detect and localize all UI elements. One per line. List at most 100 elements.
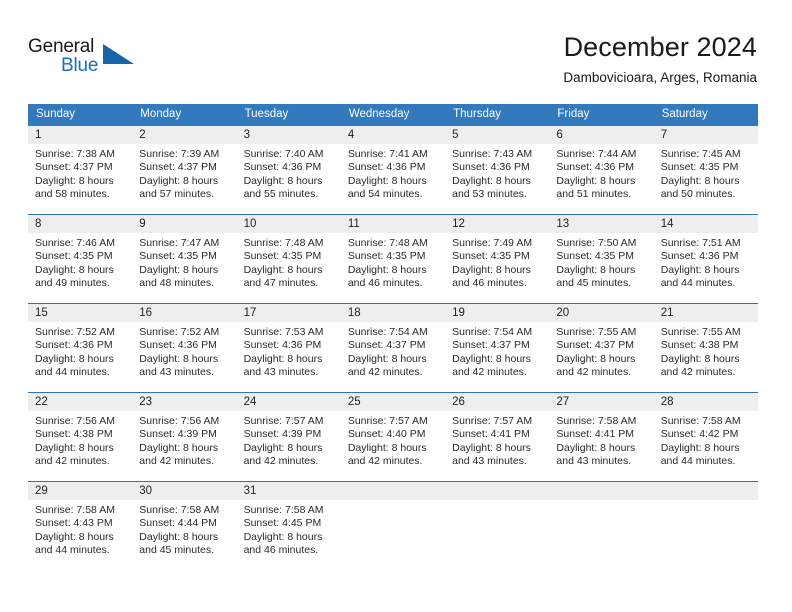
daylight-text-line2: and 43 minutes. xyxy=(243,365,319,378)
sunset-text: Sunset: 4:36 PM xyxy=(452,161,530,174)
day-details: Sunrise: 7:58 AM Sunset: 4:45 PM Daylight:… xyxy=(237,500,341,557)
sunset-text: Sunset: 4:35 PM xyxy=(660,161,739,174)
sunrise-text: Sunrise: 7:56 AM xyxy=(139,415,220,427)
day-cell[interactable]: 18 Sunrise: 7:54 AM Sunset: 4:37 PM Dayligh… xyxy=(340,303,446,393)
day-details: Sunrise: 7:48 AM Sunset: 4:35 PM Daylight:… xyxy=(341,233,445,290)
day-cell[interactable]: 13 Sunrise: 7:50 AM Sunset: 4:35 PM Dayligh… xyxy=(549,214,654,304)
logo-triangle-icon xyxy=(103,44,134,64)
weekday-header-sunday: Sunday xyxy=(28,104,133,126)
day-cell[interactable]: 20 Sunrise: 7:55 AM Sunset: 4:37 PM Dayligh… xyxy=(549,303,654,393)
daylight-text-line1: Daylight: 8 hours xyxy=(139,530,219,543)
day-cell[interactable]: 5 Sunrise: 7:43 AM Sunset: 4:36 PM Daylight… xyxy=(445,126,550,215)
day-number: 22 xyxy=(28,393,133,411)
day-details: Sunrise: 7:40 AM Sunset: 4:36 PM Daylight:… xyxy=(237,144,341,201)
day-number: 28 xyxy=(653,393,758,411)
daylight-text-line1: Daylight: 8 hours xyxy=(35,352,114,365)
day-details: Sunrise: 7:55 AM Sunset: 4:38 PM Daylight:… xyxy=(654,322,758,379)
daylight-text-line1: Daylight: 8 hours xyxy=(35,174,114,187)
day-details: Sunrise: 7:44 AM Sunset: 4:36 PM Daylight:… xyxy=(549,144,653,201)
day-cell[interactable]: 12 Sunrise: 7:49 AM Sunset: 4:35 PM Dayligh… xyxy=(445,214,550,304)
calendar-body: 1 Sunrise: 7:38 AM Sunset: 4:37 PM Daylight… xyxy=(28,126,758,570)
sunset-text: Sunset: 4:41 PM xyxy=(452,428,530,441)
daylight-text-line2: and 42 minutes. xyxy=(452,365,527,378)
day-cell[interactable]: 2 Sunrise: 7:39 AM Sunset: 4:37 PM Daylight… xyxy=(132,126,237,215)
sunrise-sunset-calendar: Sunday Monday Tuesday Wednesday Thursday… xyxy=(28,104,758,570)
sunrise-text: Sunrise: 7:58 AM xyxy=(556,415,637,427)
day-details: Sunrise: 7:53 AM Sunset: 4:36 PM Daylight:… xyxy=(237,322,341,379)
day-cell[interactable]: 19 Sunrise: 7:54 AM Sunset: 4:37 PM Dayligh… xyxy=(445,303,550,393)
daylight-text-line1: Daylight: 8 hours xyxy=(347,263,427,276)
day-details: Sunrise: 7:58 AM Sunset: 4:44 PM Daylight:… xyxy=(132,500,236,557)
daylight-text-line2: and 43 minutes. xyxy=(452,454,527,467)
day-number xyxy=(445,482,550,500)
sunrise-text: Sunrise: 7:53 AM xyxy=(243,326,324,338)
day-details: Sunrise: 7:54 AM Sunset: 4:37 PM Daylight:… xyxy=(341,322,445,379)
day-cell[interactable]: 1 Sunrise: 7:38 AM Sunset: 4:37 PM Daylight… xyxy=(28,126,133,215)
day-details: Sunrise: 7:46 AM Sunset: 4:35 PM Daylight:… xyxy=(28,233,132,290)
daylight-text-line1: Daylight: 8 hours xyxy=(347,352,427,365)
day-cell[interactable]: 29 Sunrise: 7:58 AM Sunset: 4:43 PM Dayligh… xyxy=(28,481,133,570)
day-cell[interactable]: 30 Sunrise: 7:58 AM Sunset: 4:44 PM Dayligh… xyxy=(132,481,237,570)
day-cell[interactable]: 4 Sunrise: 7:41 AM Sunset: 4:36 PM Daylight… xyxy=(340,126,446,215)
day-number: 4 xyxy=(340,126,446,144)
day-cell[interactable]: 10 Sunrise: 7:48 AM Sunset: 4:35 PM Dayligh… xyxy=(236,214,341,304)
daylight-text-line2: and 44 minutes. xyxy=(660,454,736,467)
daylight-text-line1: Daylight: 8 hours xyxy=(556,174,636,187)
sunrise-text: Sunrise: 7:40 AM xyxy=(243,148,324,160)
day-cell[interactable]: 26 Sunrise: 7:57 AM Sunset: 4:41 PM Dayligh… xyxy=(445,392,550,482)
day-details: Sunrise: 7:56 AM Sunset: 4:39 PM Daylight:… xyxy=(132,411,236,468)
day-details: Sunrise: 7:50 AM Sunset: 4:35 PM Daylight:… xyxy=(549,233,653,290)
day-cell[interactable]: 27 Sunrise: 7:58 AM Sunset: 4:41 PM Dayligh… xyxy=(549,392,654,482)
day-cell[interactable]: 7 Sunrise: 7:45 AM Sunset: 4:35 PM Daylight… xyxy=(653,126,758,215)
day-number: 25 xyxy=(340,393,446,411)
day-cell[interactable]: 28 Sunrise: 7:58 AM Sunset: 4:42 PM Dayligh… xyxy=(653,392,758,482)
day-cell[interactable]: 24 Sunrise: 7:57 AM Sunset: 4:39 PM Dayligh… xyxy=(236,392,341,482)
sunrise-text: Sunrise: 7:57 AM xyxy=(347,415,428,427)
day-number xyxy=(549,482,654,500)
day-number: 10 xyxy=(236,215,341,233)
day-cell[interactable]: 21 Sunrise: 7:55 AM Sunset: 4:38 PM Dayligh… xyxy=(653,303,758,393)
day-cell[interactable]: 22 Sunrise: 7:56 AM Sunset: 4:38 PM Dayligh… xyxy=(28,392,133,482)
sunset-text: Sunset: 4:35 PM xyxy=(243,250,322,263)
sunset-text: Sunset: 4:36 PM xyxy=(139,339,217,352)
day-cell[interactable]: 8 Sunrise: 7:46 AM Sunset: 4:35 PM Daylight… xyxy=(28,214,133,304)
day-cell[interactable]: 6 Sunrise: 7:44 AM Sunset: 4:36 PM Daylight… xyxy=(549,126,654,215)
sunset-text: Sunset: 4:35 PM xyxy=(35,250,113,263)
sunrise-text: Sunrise: 7:48 AM xyxy=(347,237,428,249)
sunset-text: Sunset: 4:36 PM xyxy=(243,339,322,352)
sunset-text: Sunset: 4:35 PM xyxy=(556,250,635,263)
day-details xyxy=(341,500,445,504)
daylight-text-line1: Daylight: 8 hours xyxy=(35,263,114,276)
day-cell[interactable]: 25 Sunrise: 7:57 AM Sunset: 4:40 PM Dayligh… xyxy=(340,392,446,482)
day-cell[interactable]: 31 Sunrise: 7:58 AM Sunset: 4:45 PM Dayligh… xyxy=(236,481,341,570)
weekday-header-wednesday: Wednesday xyxy=(340,104,446,126)
daylight-text-line1: Daylight: 8 hours xyxy=(139,352,219,365)
daylight-text-line2: and 48 minutes. xyxy=(139,276,214,289)
daylight-text-line2: and 43 minutes. xyxy=(556,454,632,467)
day-details: Sunrise: 7:58 AM Sunset: 4:42 PM Daylight:… xyxy=(654,411,758,468)
day-number: 24 xyxy=(236,393,341,411)
day-cell[interactable]: 14 Sunrise: 7:51 AM Sunset: 4:36 PM Dayligh… xyxy=(653,214,758,304)
daylight-text-line1: Daylight: 8 hours xyxy=(660,352,740,365)
day-cell[interactable]: 15 Sunrise: 7:52 AM Sunset: 4:36 PM Dayligh… xyxy=(28,303,133,393)
sunset-text: Sunset: 4:35 PM xyxy=(452,250,530,263)
daylight-text-line2: and 57 minutes. xyxy=(139,187,214,200)
daylight-text-line2: and 42 minutes. xyxy=(347,454,423,467)
sunrise-text: Sunrise: 7:46 AM xyxy=(35,237,115,249)
day-cell[interactable]: 11 Sunrise: 7:48 AM Sunset: 4:35 PM Dayligh… xyxy=(340,214,446,304)
page-header: General Blue December 2024 Dambovicioara… xyxy=(28,30,757,96)
day-details: Sunrise: 7:39 AM Sunset: 4:37 PM Daylight:… xyxy=(132,144,236,201)
day-cell[interactable]: 16 Sunrise: 7:52 AM Sunset: 4:36 PM Dayligh… xyxy=(132,303,237,393)
day-cell[interactable]: 23 Sunrise: 7:56 AM Sunset: 4:39 PM Dayligh… xyxy=(132,392,237,482)
sunset-text: Sunset: 4:45 PM xyxy=(243,517,322,530)
day-cell[interactable]: 3 Sunrise: 7:40 AM Sunset: 4:36 PM Daylight… xyxy=(236,126,341,215)
daylight-text-line2: and 42 minutes. xyxy=(556,365,632,378)
day-cell[interactable]: 9 Sunrise: 7:47 AM Sunset: 4:35 PM Daylight… xyxy=(132,214,237,304)
day-cell[interactable]: 17 Sunrise: 7:53 AM Sunset: 4:36 PM Dayligh… xyxy=(236,303,341,393)
day-number: 6 xyxy=(549,126,654,144)
sunrise-text: Sunrise: 7:55 AM xyxy=(556,326,637,338)
daylight-text-line1: Daylight: 8 hours xyxy=(452,263,531,276)
sunset-text: Sunset: 4:37 PM xyxy=(452,339,530,352)
day-details: Sunrise: 7:57 AM Sunset: 4:41 PM Daylight:… xyxy=(445,411,549,468)
day-cell-empty xyxy=(445,481,550,570)
